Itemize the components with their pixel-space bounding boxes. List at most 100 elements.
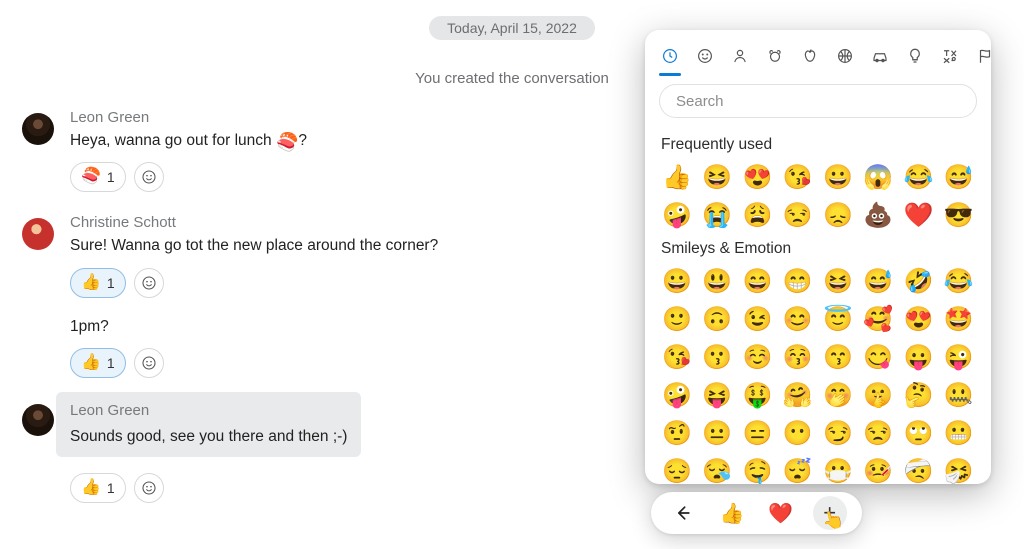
react-heart[interactable]: ❤️ xyxy=(764,496,798,530)
tab-recent[interactable] xyxy=(661,42,679,70)
tab-smileys[interactable] xyxy=(696,42,714,70)
emoji-cell[interactable]: 😉 xyxy=(740,302,776,336)
emoji-cell[interactable]: 🙂 xyxy=(659,302,695,336)
emoji-cell[interactable]: 😃 xyxy=(699,264,735,298)
emoji-cell[interactable]: 🤪 xyxy=(659,198,695,232)
emoji-cell[interactable]: 😘 xyxy=(780,160,816,194)
emoji-cell[interactable]: 🤕 xyxy=(901,454,937,484)
tab-travel[interactable] xyxy=(871,42,889,70)
tab-flags[interactable] xyxy=(976,42,991,70)
emoji-cell[interactable]: 🥰 xyxy=(860,302,896,336)
reaction-pill[interactable]: 🍣 1 xyxy=(70,162,126,192)
emoji-cell[interactable]: 🙃 xyxy=(699,302,735,336)
tab-food[interactable] xyxy=(801,42,819,70)
emoji-cell[interactable]: 🤧 xyxy=(941,454,977,484)
emoji-cell[interactable]: 😀 xyxy=(659,264,695,298)
emoji-cell[interactable]: 😊 xyxy=(780,302,816,336)
emoji-cell[interactable]: 😜 xyxy=(941,340,977,374)
emoji-cell[interactable]: 😅 xyxy=(941,160,977,194)
emoji-cell[interactable]: 😁 xyxy=(780,264,816,298)
avatar[interactable] xyxy=(22,218,54,250)
emoji-cell[interactable]: 😘 xyxy=(659,340,695,374)
emoji-cell[interactable]: 🤭 xyxy=(820,378,856,412)
emoji-cell[interactable]: 😎 xyxy=(941,198,977,232)
emoji-cell[interactable]: 😗 xyxy=(699,340,735,374)
reaction-pill[interactable]: 👍 1 xyxy=(70,268,126,298)
reaction-emoji-icon: 👍 xyxy=(81,480,101,496)
emoji-cell[interactable]: 😂 xyxy=(901,160,937,194)
emoji-cell[interactable]: 😶 xyxy=(780,416,816,450)
more-reactions-button[interactable]: + xyxy=(813,496,847,530)
emoji-cell[interactable]: 😞 xyxy=(820,198,856,232)
tab-people[interactable] xyxy=(731,42,749,70)
emoji-cell[interactable]: 🤤 xyxy=(740,454,776,484)
emoji-cell[interactable]: 😩 xyxy=(740,198,776,232)
smiley-icon xyxy=(141,169,157,185)
message: Christine Schott Sure! Wanna go tot the … xyxy=(22,214,622,378)
message-highlight[interactable]: Leon Green Sounds good, see you there an… xyxy=(56,392,361,456)
avatar[interactable] xyxy=(22,404,54,436)
emoji-cell[interactable]: 😙 xyxy=(820,340,856,374)
add-reaction-button[interactable] xyxy=(134,473,164,503)
quick-reaction-bar: 👍 ❤️ + xyxy=(651,492,862,534)
emoji-cell[interactable]: 🤔 xyxy=(901,378,937,412)
react-thumbs-up[interactable]: 👍 xyxy=(715,496,749,530)
emoji-cell[interactable]: 😝 xyxy=(699,378,735,412)
reaction-pill[interactable]: 👍 1 xyxy=(70,348,126,378)
emoji-cell[interactable]: 🤨 xyxy=(659,416,695,450)
emoji-cell[interactable]: 🤐 xyxy=(941,378,977,412)
emoji-cell[interactable]: 😱 xyxy=(860,160,896,194)
tab-activity[interactable] xyxy=(836,42,854,70)
emoji-cell[interactable]: 👍 xyxy=(659,160,695,194)
emoji-cell[interactable]: 😬 xyxy=(941,416,977,450)
emoji-cell[interactable]: 😪 xyxy=(699,454,735,484)
emoji-cell[interactable]: 🤒 xyxy=(860,454,896,484)
add-reaction-button[interactable] xyxy=(134,162,164,192)
emoji-cell[interactable]: 😄 xyxy=(740,264,776,298)
emoji-cell[interactable]: ❤️ xyxy=(901,198,937,232)
tab-animals[interactable] xyxy=(766,42,784,70)
emoji-cell[interactable]: 🤑 xyxy=(740,378,776,412)
emoji-cell[interactable]: ☺️ xyxy=(740,340,776,374)
emoji-cell[interactable]: 😆 xyxy=(699,160,735,194)
emoji-cell[interactable]: 😒 xyxy=(780,198,816,232)
add-reaction-button[interactable] xyxy=(134,268,164,298)
emoji-cell[interactable]: 💩 xyxy=(860,198,896,232)
emoji-cell[interactable]: 🙄 xyxy=(901,416,937,450)
emoji-picker-body[interactable]: Frequently used 👍😆😍😘😀😱😂😅🤪😭😩😒😞💩❤️😎 Smiley… xyxy=(645,118,991,484)
emoji-cell[interactable]: 😂 xyxy=(941,264,977,298)
add-reaction-button[interactable] xyxy=(134,348,164,378)
tab-objects[interactable] xyxy=(906,42,924,70)
reaction-pill[interactable]: 👍 1 xyxy=(70,473,126,503)
emoji-cell[interactable]: 😅 xyxy=(860,264,896,298)
emoji-cell[interactable]: 🤩 xyxy=(941,302,977,336)
emoji-cell[interactable]: 😆 xyxy=(820,264,856,298)
emoji-cell[interactable]: 😴 xyxy=(780,454,816,484)
emoji-cell[interactable]: 🤫 xyxy=(860,378,896,412)
emoji-cell[interactable]: 😍 xyxy=(740,160,776,194)
emoji-cell[interactable]: 😭 xyxy=(699,198,735,232)
tab-symbols[interactable] xyxy=(941,42,959,70)
emoji-cell[interactable]: 😋 xyxy=(860,340,896,374)
reaction-count: 1 xyxy=(107,169,115,185)
emoji-cell[interactable]: 😑 xyxy=(740,416,776,450)
emoji-cell[interactable]: 🤗 xyxy=(780,378,816,412)
emoji-cell[interactable]: 😔 xyxy=(659,454,695,484)
back-button[interactable] xyxy=(666,496,700,530)
emoji-cell[interactable]: 😐 xyxy=(699,416,735,450)
avatar[interactable] xyxy=(22,113,54,145)
emoji-cell[interactable]: 😷 xyxy=(820,454,856,484)
emoji-search-input[interactable] xyxy=(659,84,977,118)
emoji-cell[interactable]: 🤪 xyxy=(659,378,695,412)
message-text: Sure! Wanna go tot the new place around … xyxy=(70,235,438,257)
emoji-cell[interactable]: 😀 xyxy=(820,160,856,194)
emoji-cell[interactable]: 😛 xyxy=(901,340,937,374)
emoji-cell[interactable]: 🤣 xyxy=(901,264,937,298)
emoji-cell[interactable]: 😚 xyxy=(780,340,816,374)
emoji-cell[interactable]: 😏 xyxy=(820,416,856,450)
message-thread: Leon Green Heya, wanna go out for lunch … xyxy=(22,109,622,503)
emoji-cell[interactable]: 😍 xyxy=(901,302,937,336)
emoji-cell[interactable]: 😒 xyxy=(860,416,896,450)
sender-name: Leon Green xyxy=(70,400,347,422)
emoji-cell[interactable]: 😇 xyxy=(820,302,856,336)
